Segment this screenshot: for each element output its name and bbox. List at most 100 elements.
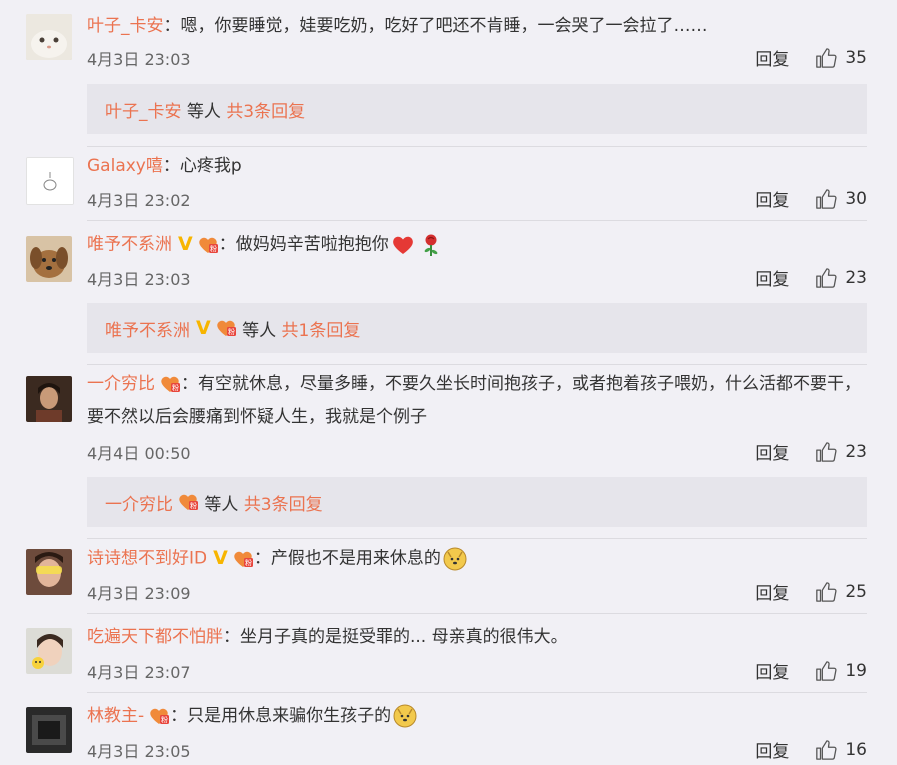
doge-icon (443, 547, 467, 570)
username[interactable]: 叶子_卡安 (87, 16, 164, 36)
like-count: 30 (845, 188, 867, 209)
timestamp: 4月3日 23:07 (87, 663, 191, 682)
sub-reply-count-link[interactable]: 共3条回复 (226, 97, 305, 122)
like-button[interactable]: 35 (815, 47, 867, 69)
avatar[interactable] (26, 549, 72, 595)
comment-body: 林教主- 粉：只是用休息来骗你生孩子的 (87, 700, 867, 733)
username[interactable]: 吃遍天下都不怕胖 (87, 627, 223, 647)
reply-button[interactable]: 回复 (755, 439, 789, 464)
like-count: 16 (845, 739, 867, 760)
svg-text:粉: 粉 (228, 327, 235, 336)
fan-badge-icon: 粉 (161, 376, 180, 392)
username[interactable]: 唯予不系洲 (87, 235, 172, 255)
sub-reply-suffix: 等人 (199, 494, 244, 515)
comment-text: ：有空就休息，尽量多睡，不要久坐长时间抱孩子，或者抱着孩子喂奶，什么活都不要干，… (87, 374, 861, 427)
sub-reply-summary[interactable]: 一介穷比 粉 等人 共3条回复 (87, 477, 867, 527)
sub-reply-username[interactable]: 叶子_卡安 (105, 97, 182, 122)
divider (87, 692, 867, 693)
divider (87, 364, 867, 365)
divider (87, 220, 867, 221)
vip-badge-icon: V (213, 547, 228, 569)
doge-icon (393, 704, 417, 728)
svg-text:粉: 粉 (172, 383, 179, 392)
like-button[interactable]: 25 (815, 581, 867, 603)
divider (87, 613, 867, 614)
comment-body: 一介穷比 粉：有空就休息，尽量多睡，不要久坐长时间抱孩子，或者抱着孩子喂奶，什么活… (87, 368, 867, 434)
sub-reply-username[interactable]: 唯予不系洲 (105, 316, 190, 341)
thumbs-up-icon (816, 581, 837, 602)
comment-body: 叶子_卡安：嗯，你要睡觉，娃要吃奶，吃好了吧还不肯睡，一会哭了一会拉了…… (87, 10, 867, 43)
avatar[interactable] (26, 628, 72, 674)
like-count: 35 (845, 47, 867, 68)
garlic-avatar-icon (27, 158, 73, 204)
comment-text: ：嗯，你要睡觉，娃要吃奶，吃好了吧还不肯睡，一会哭了一会拉了…… (163, 16, 708, 36)
svg-text:粉: 粉 (210, 244, 217, 253)
fan-badge-icon: 粉 (234, 551, 253, 567)
fan-badge-icon: 粉 (216, 320, 236, 336)
sub-reply-summary[interactable]: 叶子_卡安 等人 共3条回复 (87, 84, 867, 134)
like-button[interactable]: 16 (815, 739, 867, 761)
thumbs-up-icon (816, 739, 837, 760)
reply-button[interactable]: 回复 (755, 579, 789, 604)
like-count: 19 (845, 660, 867, 681)
sub-reply-summary[interactable]: 唯予不系洲 V 粉 等人 共1条回复 (87, 303, 867, 353)
timestamp: 4月3日 23:02 (87, 191, 191, 210)
like-button[interactable]: 30 (815, 188, 867, 210)
username[interactable]: Galaxy嘻 (87, 156, 163, 176)
thumbs-up-icon (816, 267, 837, 288)
like-button[interactable]: 23 (815, 267, 867, 289)
comment-actions: 回复 23 (755, 439, 867, 465)
timestamp: 4月3日 23:05 (87, 742, 191, 761)
reply-button[interactable]: 回复 (755, 658, 789, 683)
portrait-avatar-icon (26, 376, 72, 422)
thumbs-up-icon (816, 47, 837, 68)
avatar[interactable] (26, 14, 72, 60)
dark-avatar-icon (26, 707, 72, 753)
reply-button[interactable]: 回复 (755, 45, 789, 70)
comment-text: ：只是用休息来骗你生孩子的 (170, 706, 392, 726)
reply-button[interactable]: 回复 (755, 265, 789, 290)
timestamp: 4月4日 00:50 (87, 444, 191, 463)
reply-button[interactable]: 回复 (755, 737, 789, 762)
divider (87, 146, 867, 147)
comment-actions: 回复 30 (755, 186, 867, 212)
like-button[interactable]: 23 (815, 441, 867, 463)
fan-badge-icon: 粉 (198, 237, 218, 253)
timestamp: 4月3日 23:09 (87, 584, 191, 603)
username[interactable]: 诗诗想不到好ID (87, 549, 207, 569)
like-count: 23 (845, 441, 867, 462)
timestamp: 4月3日 23:03 (87, 50, 191, 69)
sub-reply-username[interactable]: 一介穷比 (105, 490, 173, 515)
username[interactable]: 一介穷比 (87, 374, 155, 394)
svg-text:粉: 粉 (161, 715, 168, 724)
username[interactable]: 林教主- (87, 706, 144, 726)
comment-body: 唯予不系洲 V 粉：做妈妈辛苦啦抱抱你 (87, 228, 867, 262)
like-count: 23 (845, 267, 867, 288)
fan-badge-icon: 粉 (179, 494, 198, 510)
comment-text: ：产假也不是用来休息的 (253, 548, 441, 569)
comment-actions: 回复 23 (755, 265, 867, 291)
rose-icon (424, 234, 438, 256)
comment-text: ：坐月子真的是挺受罪的... 母亲真的很伟大。 (223, 627, 568, 647)
comment-text: ：做妈妈辛苦啦抱抱你 (218, 234, 389, 255)
avatar[interactable] (26, 376, 72, 422)
thumbs-up-icon (816, 441, 837, 462)
sub-reply-suffix: 等人 (181, 101, 227, 122)
thumbs-up-icon (816, 188, 837, 209)
divider (87, 538, 867, 539)
girl-avatar-icon (26, 628, 72, 674)
reply-button[interactable]: 回复 (755, 186, 789, 211)
dog-avatar-icon (26, 236, 72, 282)
fan-badge-icon: 粉 (150, 708, 170, 724)
avatar[interactable] (26, 157, 74, 205)
like-count: 25 (845, 581, 867, 602)
comment-text: ：心疼我p (162, 156, 242, 176)
cat-avatar-icon (26, 14, 72, 60)
avatar[interactable] (26, 236, 72, 282)
like-button[interactable]: 19 (815, 660, 867, 682)
sub-reply-count-link[interactable]: 共3条回复 (244, 490, 323, 515)
comment-actions: 回复 19 (755, 658, 867, 684)
sub-reply-count-link[interactable]: 共1条回复 (282, 316, 361, 341)
comment-actions: 回复 25 (755, 579, 867, 605)
avatar[interactable] (26, 707, 72, 753)
